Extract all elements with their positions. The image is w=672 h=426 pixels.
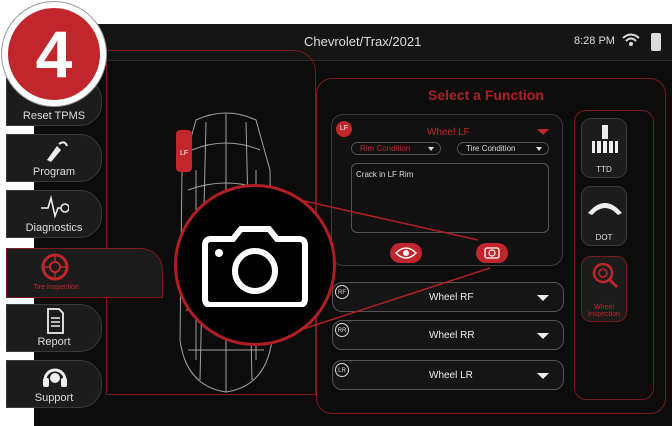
step-badge: 4 [2, 2, 106, 106]
zoom-magnifier [174, 184, 336, 346]
camera-icon [202, 226, 308, 307]
step-number: 4 [35, 17, 73, 91]
